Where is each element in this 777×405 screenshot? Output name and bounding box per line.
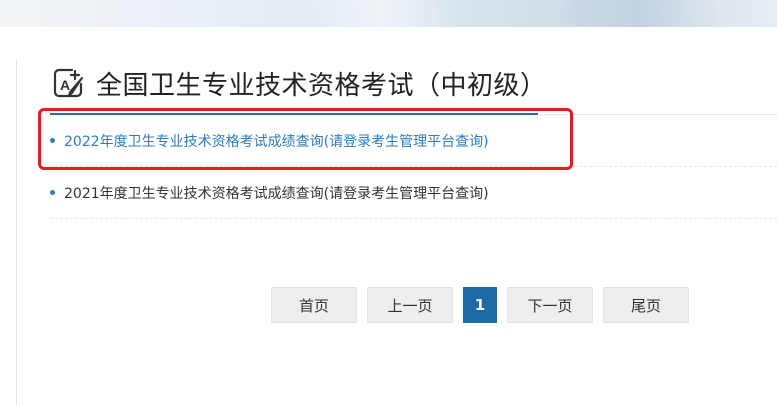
page-title: 全国卫生专业技术资格考试（中初级） xyxy=(96,70,547,101)
article-link[interactable]: 2021年度卫生专业技术资格考试成绩查询(请登录考生管理平台查询) xyxy=(64,183,489,203)
left-divider xyxy=(16,60,17,405)
svg-text:A: A xyxy=(60,77,70,93)
page-header: A 全国卫生专业技术资格考试（中初级） xyxy=(50,63,547,103)
list-item-2021[interactable]: 2021年度卫生专业技术资格考试成绩查询(请登录考生管理平台查询) xyxy=(50,167,777,219)
last-page-button[interactable]: 尾页 xyxy=(603,287,689,323)
font-edit-icon: A xyxy=(53,68,83,98)
top-banner xyxy=(0,0,777,27)
highlight-annotation xyxy=(38,108,573,170)
first-page-button[interactable]: 首页 xyxy=(271,287,357,323)
page-number-current[interactable]: 1 xyxy=(463,287,497,323)
next-page-button[interactable]: 下一页 xyxy=(507,287,593,323)
pagination: 首页 上一页 1 下一页 尾页 xyxy=(271,287,699,323)
banner-decoration xyxy=(296,0,464,27)
bullet-icon xyxy=(50,190,55,195)
banner-decoration xyxy=(556,0,724,27)
prev-page-button[interactable]: 上一页 xyxy=(367,287,453,323)
